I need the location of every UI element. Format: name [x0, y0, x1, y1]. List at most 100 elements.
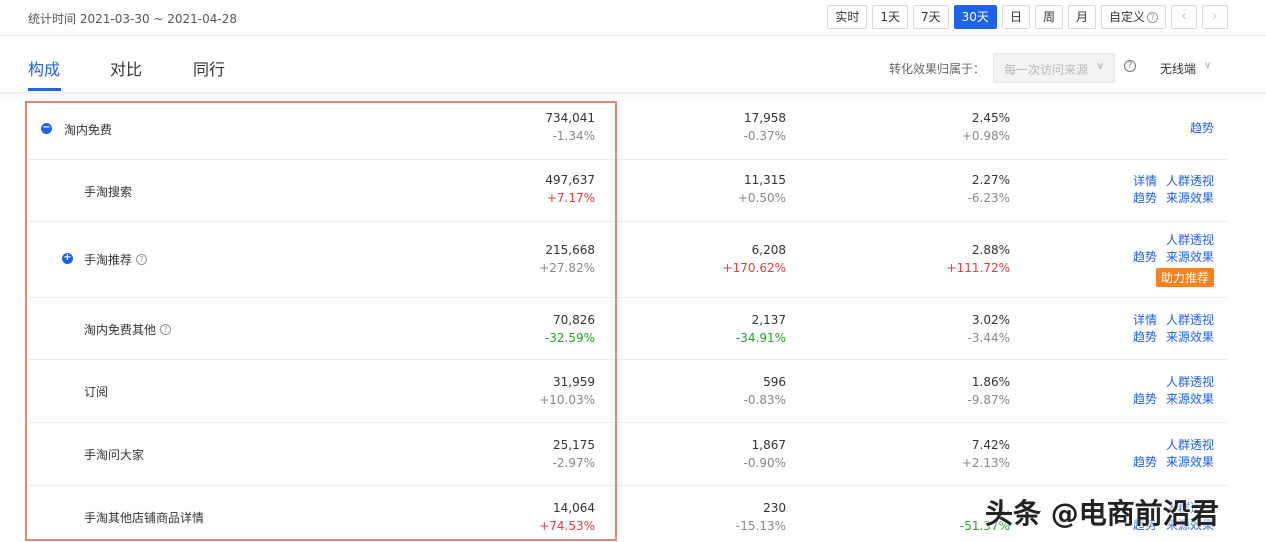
- table-row: 订阅 31,959 +10.03% 596 -0.83% 1.86% -9.87% 人…: [28, 360, 1228, 423]
- help-icon[interactable]: ?: [1124, 60, 1136, 72]
- conversion-value: 2.27%: [971, 173, 1010, 187]
- trend-link[interactable]: 趋势: [1133, 454, 1157, 471]
- audience-insight-link[interactable]: 人群透视: [1166, 374, 1214, 391]
- row-actions: 趋势: [1104, 120, 1214, 137]
- conversion-change: -3.44%: [967, 331, 1010, 345]
- visitors-value: 70,826: [553, 313, 595, 327]
- conversion-change: -9.87%: [967, 393, 1010, 407]
- trend-link[interactable]: 趋势: [1190, 120, 1214, 137]
- table-row: 淘内免费其他 ? 70,826 -32.59% 2,137 -34.91% 3.02…: [28, 298, 1228, 360]
- buyers-value: 6,208: [751, 243, 786, 257]
- source-effect-link[interactable]: 来源效果: [1166, 329, 1214, 346]
- buyers-change: +0.50%: [737, 191, 786, 205]
- next-period-button[interactable]: ›: [1202, 5, 1228, 29]
- source-name: 淘内免费: [64, 121, 112, 138]
- audience-insight-link[interactable]: 人群透视: [1166, 173, 1214, 190]
- range-button-week[interactable]: 周: [1034, 5, 1063, 29]
- trend-link[interactable]: 趋势: [1133, 249, 1157, 266]
- row-actions: 详情 人群透视 趋势 来源效果: [1104, 173, 1214, 207]
- table-row: 手淘问大家 25,175 -2.97% 1,867 -0.90% 7.42% +2.1…: [28, 423, 1228, 486]
- buyers-cell: 596 -0.83%: [686, 373, 786, 409]
- source-effect-link[interactable]: 来源效果: [1166, 391, 1214, 408]
- expand-icon[interactable]: +: [62, 253, 73, 264]
- source-name-label: 手淘推荐: [84, 253, 133, 267]
- trend-link[interactable]: 趋势: [1133, 391, 1157, 408]
- range-button-month[interactable]: 月: [1067, 5, 1096, 29]
- tab-comparison[interactable]: 对比: [110, 56, 142, 80]
- conversion-change: +111.72%: [946, 261, 1010, 275]
- detail-link[interactable]: 详情: [1133, 173, 1157, 190]
- range-button-7day[interactable]: 7天: [913, 5, 949, 29]
- buyers-change: -0.90%: [743, 456, 786, 470]
- buyers-change: -0.37%: [743, 129, 786, 143]
- visitors-cell: 25,175 -2.97%: [495, 436, 595, 472]
- range-button-1day[interactable]: 1天: [872, 5, 909, 29]
- audience-insight-link[interactable]: 人群透视: [1166, 437, 1214, 454]
- tab-composition[interactable]: 构成: [28, 56, 60, 80]
- range-button-group: 实时 1天 7天 30天 日 周 月 自定义 ? ‹ ›: [827, 5, 1228, 29]
- conversion-value: 3.02%: [971, 313, 1010, 327]
- trend-link[interactable]: 趋势: [1133, 190, 1157, 207]
- source-name: 手淘问大家: [84, 446, 144, 463]
- visitors-value: 734,041: [545, 111, 595, 125]
- trend-link[interactable]: 趋势: [1133, 329, 1157, 346]
- buyers-value: 230: [763, 501, 786, 515]
- custom-range-button[interactable]: 自定义 ?: [1100, 5, 1166, 29]
- chevron-down-icon: ∨: [1204, 60, 1212, 71]
- visitors-change: +7.17%: [546, 191, 595, 205]
- visitors-cell: 497,637 +7.17%: [495, 171, 595, 207]
- buyers-value: 11,315: [744, 173, 786, 187]
- conversion-cell: 2.88% +111.72%: [910, 241, 1010, 277]
- question-icon[interactable]: ?: [136, 254, 148, 265]
- visitors-change: +10.03%: [539, 393, 595, 407]
- conversion-change: +0.98%: [961, 129, 1010, 143]
- question-icon[interactable]: ?: [160, 324, 172, 335]
- watermark-text: 头条 @电商前沿君: [985, 497, 1219, 530]
- source-name-label: 手淘问大家: [84, 448, 145, 462]
- conversion-value: 2.88%: [971, 243, 1010, 257]
- buyers-value: 596: [763, 375, 786, 389]
- source-name: 手淘其他店铺商品详情: [84, 509, 204, 526]
- audience-insight-link[interactable]: 人群透视: [1166, 232, 1214, 249]
- visitors-value: 14,064: [553, 501, 595, 515]
- question-icon: ?: [1147, 11, 1158, 23]
- buyers-value: 2,137: [751, 313, 786, 327]
- source-effect-link[interactable]: 来源效果: [1166, 454, 1214, 471]
- table-row: − 淘内免费 734,041 -1.34% 17,958 -0.37% 2.45% +…: [28, 98, 1228, 160]
- collapse-icon[interactable]: −: [41, 123, 52, 134]
- conversion-change: +2.13%: [961, 456, 1010, 470]
- buyers-cell: 6,208 +170.62%: [686, 241, 786, 277]
- range-button-realtime[interactable]: 实时: [827, 5, 868, 29]
- device-select-value: 无线端: [1160, 62, 1197, 76]
- boost-recommend-button[interactable]: 助力推荐: [1155, 268, 1214, 287]
- date-range-bar: 统计时间 2021-03-30 ~ 2021-04-28 实时 1天 7天 30…: [0, 0, 1266, 36]
- source-effect-link[interactable]: 来源效果: [1166, 249, 1214, 266]
- source-effect-link[interactable]: 来源效果: [1166, 190, 1214, 207]
- range-button-30day[interactable]: 30天: [953, 5, 997, 29]
- source-name: 淘内免费其他 ?: [84, 321, 172, 338]
- visitors-change: -32.59%: [544, 331, 595, 345]
- range-button-day[interactable]: 日: [1001, 5, 1030, 29]
- conversion-cell: 2.45% +0.98%: [910, 109, 1010, 145]
- audience-insight-link[interactable]: 人群透视: [1166, 312, 1214, 329]
- chevron-left-icon: ‹: [1181, 9, 1187, 24]
- buyers-change: -15.13%: [735, 519, 786, 533]
- detail-link[interactable]: 详情: [1133, 312, 1157, 329]
- conversion-change: -6.23%: [967, 191, 1010, 205]
- attribution-select-value: 每一次访问来源: [1004, 63, 1089, 77]
- tab-bar: 构成 对比 同行 转化效果归属于： 每一次访问来源 ∨ ? 无线端 ∨: [0, 36, 1266, 92]
- prev-period-button[interactable]: ‹: [1171, 5, 1197, 29]
- active-tab-indicator: [28, 88, 61, 91]
- visitors-cell: 70,826 -32.59%: [495, 311, 595, 347]
- visitors-change: +27.82%: [539, 261, 595, 275]
- attribution-select[interactable]: 每一次访问来源 ∨: [993, 53, 1115, 83]
- source-name: 手淘搜索: [84, 183, 132, 200]
- visitors-cell: 14,064 +74.53%: [495, 499, 595, 535]
- device-select[interactable]: 无线端 ∨: [1160, 60, 1211, 77]
- tab-peers[interactable]: 同行: [193, 56, 225, 80]
- visitors-value: 25,175: [553, 438, 595, 452]
- stat-time-range: 2021-03-30 ~ 2021-04-28: [79, 12, 238, 26]
- source-name: 手淘推荐 ?: [84, 251, 148, 268]
- stat-time: 统计时间 2021-03-30 ~ 2021-04-28: [28, 10, 237, 27]
- conversion-value: 1.86%: [971, 375, 1010, 389]
